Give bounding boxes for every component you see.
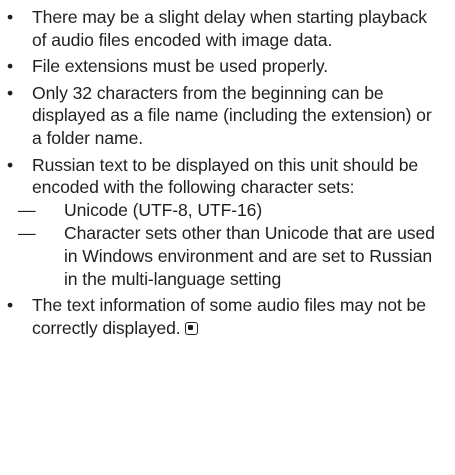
dash-icon: — [18,200,36,221]
bullet-icon: • [7,56,14,77]
end-of-section-icon [184,321,198,335]
notes-list: • There may be a slight delay when start… [0,6,455,340]
list-item-text: Only 32 characters from the beginning ca… [32,82,432,149]
list-item-text: Russian text to be displayed on this uni… [32,154,419,198]
list-item-text: There may be a slight delay when startin… [32,7,427,50]
list-item-text: File extensions must be used properly. [32,56,329,77]
list-item: • The text information of some audio fil… [0,294,442,340]
list-item: • There may be a slight delay when start… [0,6,442,52]
list-item: • File extensions must be used properly. [0,55,442,78]
dash-icon: — [18,222,36,243]
bullet-icon: • [7,154,14,175]
sub-list-item: — Unicode (UTF-8, UTF-16) [18,199,442,222]
sub-list-item: — Character sets other than Unicode that… [18,222,442,290]
bullet-icon: • [7,7,14,27]
list-item: • Only 32 characters from the beginning … [0,82,442,150]
document-page: • There may be a slight delay when start… [0,6,455,343]
bullet-icon: • [7,82,14,103]
sub-list-item-text: Unicode (UTF-8, UTF-16) [64,200,263,221]
character-set-list: — Unicode (UTF-8, UTF-16) — Character se… [18,199,442,290]
sub-list-item-text: Character sets other than Unicode that a… [64,222,435,289]
list-item-text: The text information of some audio files… [32,294,426,338]
bullet-icon: • [7,294,14,315]
list-item: • Russian text to be displayed on this u… [0,154,442,291]
